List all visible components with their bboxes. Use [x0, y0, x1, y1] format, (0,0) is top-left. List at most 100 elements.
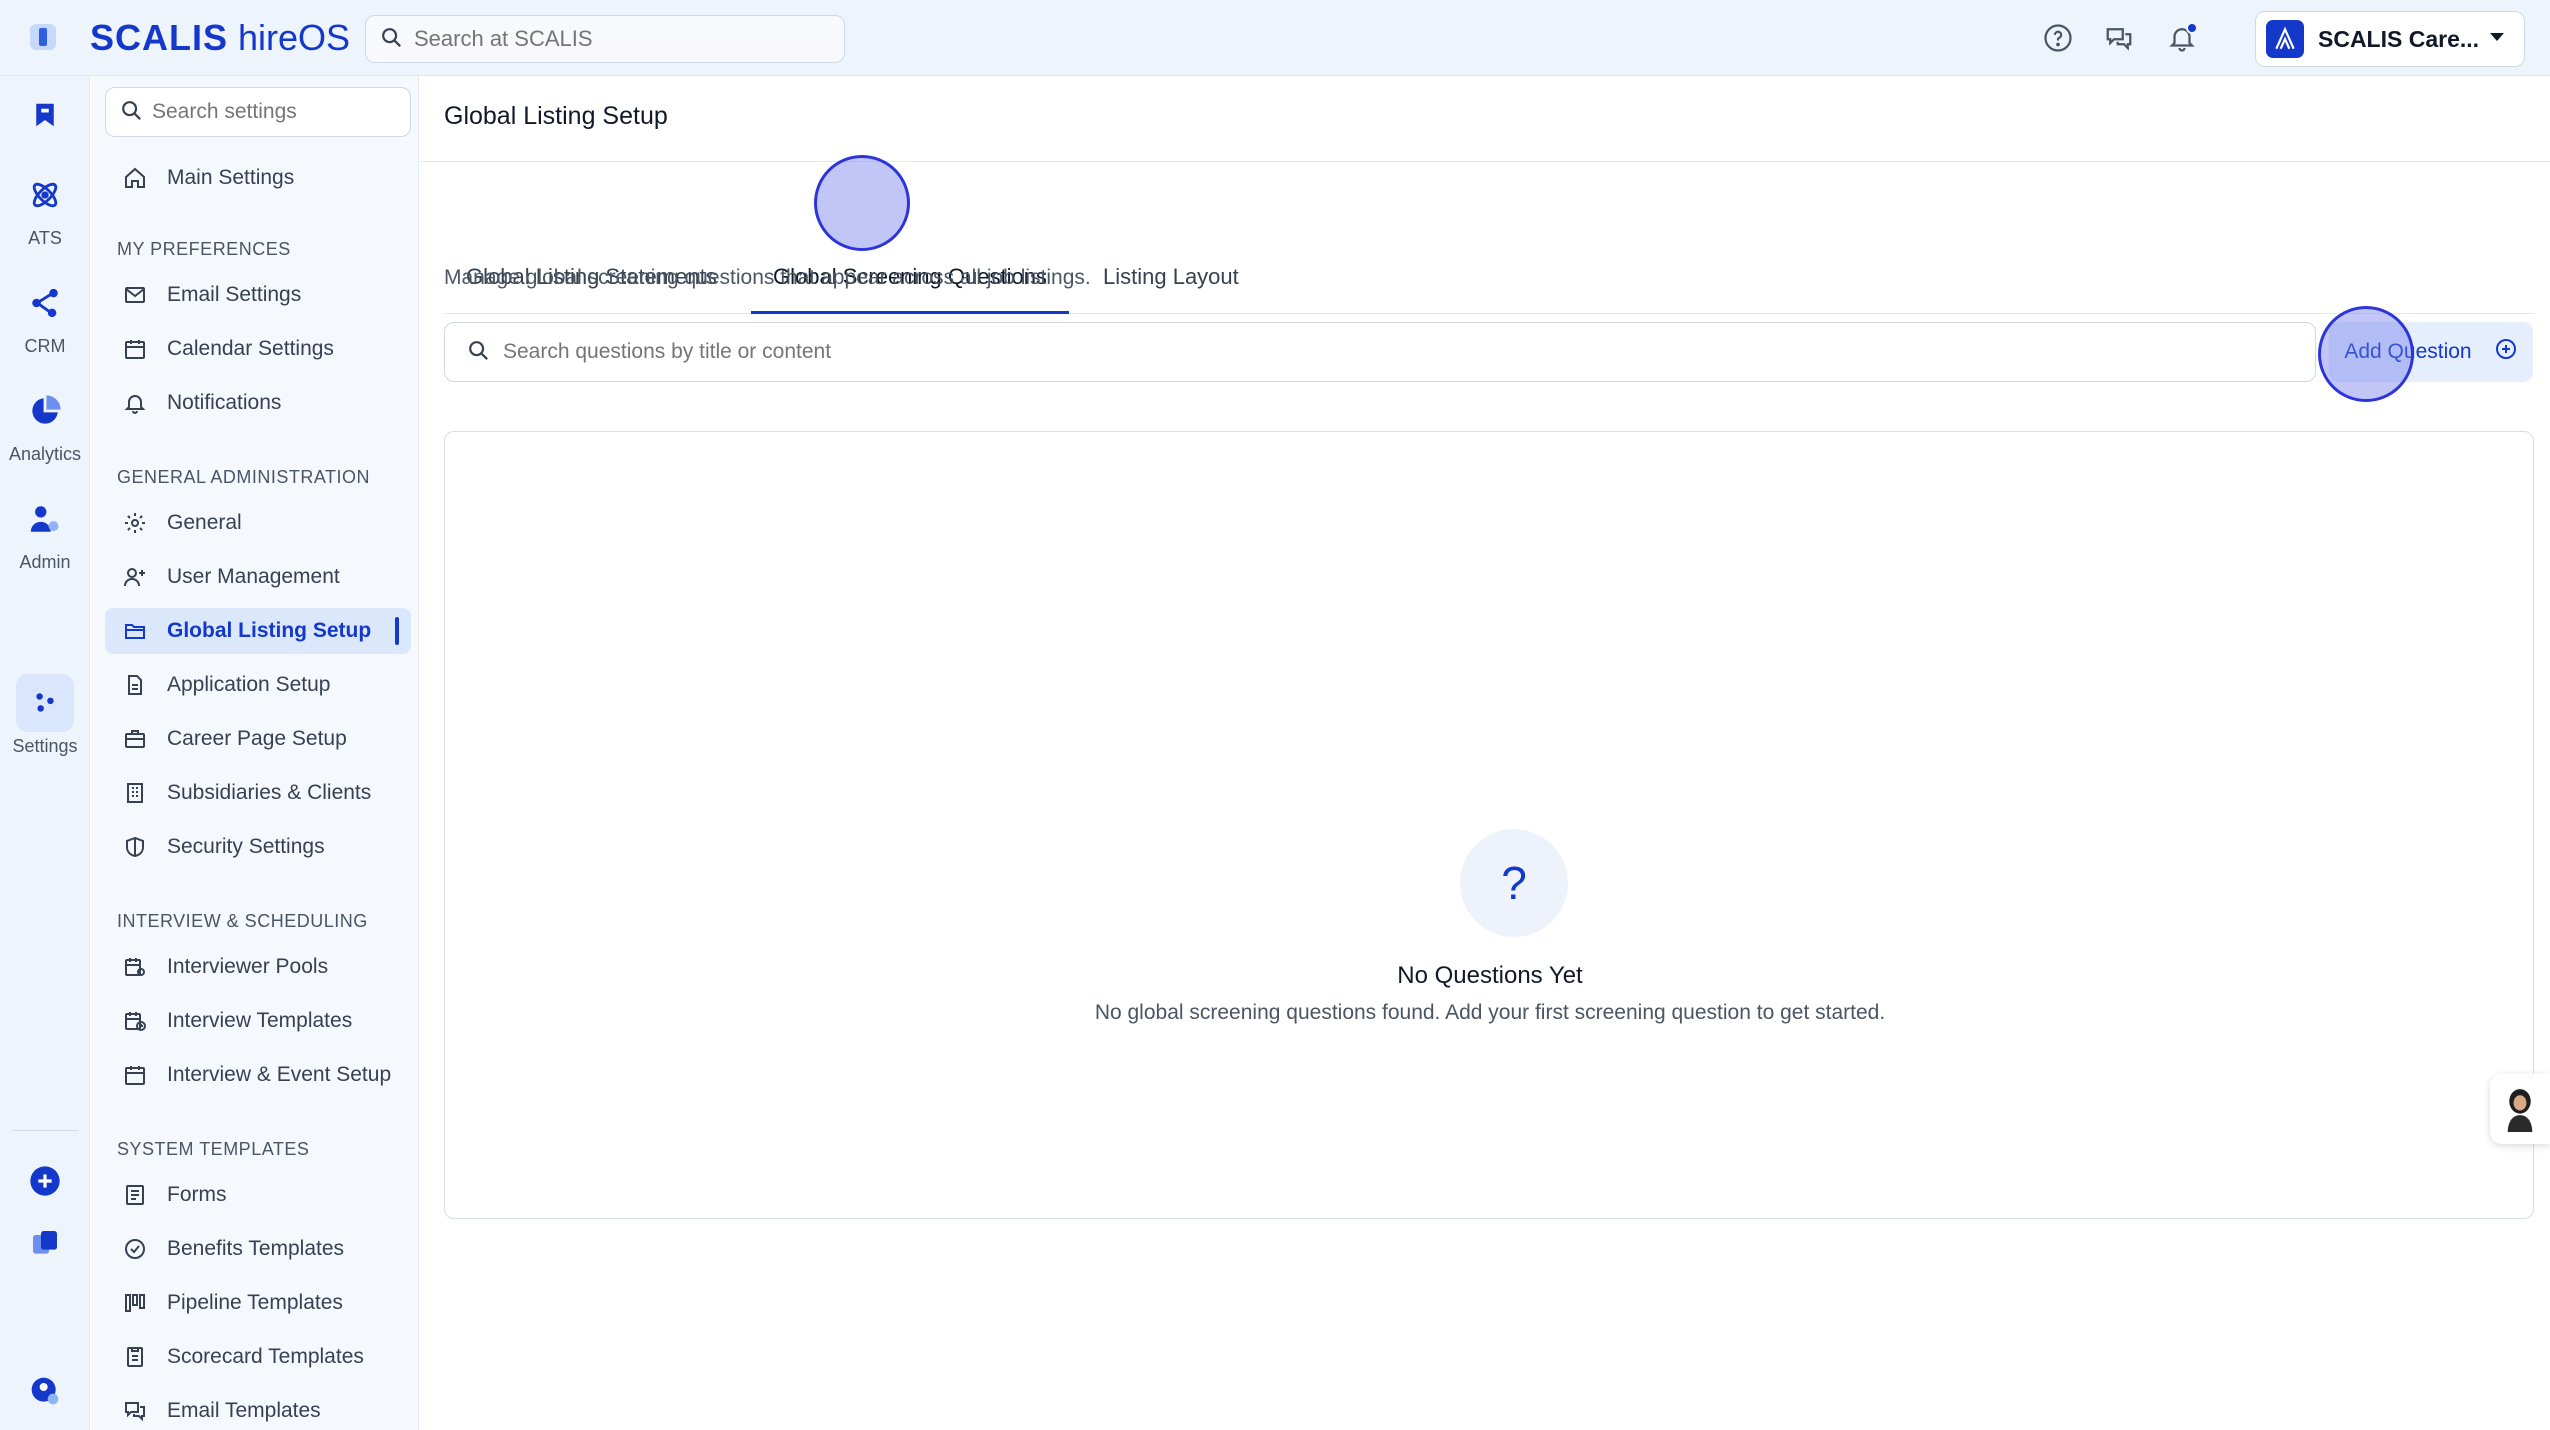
chevron-down-icon: [2488, 30, 2506, 48]
global-search-input[interactable]: [414, 26, 834, 52]
sidebar-item-label: Subsidiaries & Clients: [167, 781, 372, 804]
brand-name: SCALIS: [90, 17, 229, 58]
sidebar-item-career-page-setup[interactable]: Career Page Setup: [105, 716, 411, 762]
app-rail: ATS CRM Analytics Admin Settings: [0, 76, 90, 1430]
section-interview-scheduling: INTERVIEW & SCHEDULING: [117, 911, 368, 931]
sidebar-item-label: Email Templates: [167, 1399, 321, 1422]
settings-dots-icon: [16, 674, 74, 732]
sidebar-item-label: Global Listing Setup: [167, 619, 372, 642]
assistant-avatar-icon: [2507, 1089, 2533, 1132]
main-content: Global Listing Setup Global Listing Stat…: [420, 76, 2550, 1430]
message-icon: [121, 1397, 149, 1425]
plus-circle-icon: [16, 1152, 74, 1210]
sidebar-item-label: Interviewer Pools: [167, 955, 329, 978]
rail-label: CRM: [24, 336, 66, 356]
rail-item-settings[interactable]: Settings: [0, 674, 90, 757]
mail-icon: [121, 281, 149, 309]
sidebar-item-global-listing-setup[interactable]: Global Listing Setup: [105, 608, 411, 654]
help-icon[interactable]: [2038, 18, 2078, 58]
rail-item-ats[interactable]: ATS: [0, 166, 90, 249]
sidebar-item-label: General: [167, 511, 242, 534]
empty-state-title: No Questions Yet: [1397, 962, 1583, 989]
add-question-button[interactable]: Add Question: [2329, 322, 2533, 382]
app-switcher-icon[interactable]: [30, 24, 56, 50]
scorecard-icon: [121, 1343, 149, 1371]
atom-icon: [16, 166, 74, 224]
rail-item-crm[interactable]: CRM: [0, 274, 90, 357]
document-icon: [121, 671, 149, 699]
assistant-avatar-button[interactable]: [2490, 1074, 2550, 1144]
pipeline-icon: [121, 1289, 149, 1317]
settings-search-input[interactable]: [152, 100, 402, 124]
sidebar-item-label: Benefits Templates: [167, 1237, 345, 1260]
chat-icon[interactable]: [2099, 18, 2139, 58]
gear-icon: [121, 509, 149, 537]
rail-item-analytics[interactable]: Analytics: [0, 382, 90, 465]
rail-profile-button[interactable]: [0, 1362, 90, 1420]
building-icon: [121, 779, 149, 807]
sidebar-item-interview-event-setup[interactable]: Interview & Event Setup: [105, 1052, 411, 1098]
sidebar-item-label: User Management: [167, 565, 340, 588]
rail-library-button[interactable]: [0, 1214, 90, 1272]
questions-empty-state: ? No Questions Yet No global screening q…: [444, 431, 2534, 1219]
pie-chart-icon: [16, 382, 74, 440]
add-question-label: Add Question: [2344, 340, 2472, 363]
bookmark-icon: [16, 86, 74, 144]
sidebar-item-notifications[interactable]: Notifications: [105, 380, 411, 426]
calendar-clock-icon: [121, 1007, 149, 1035]
empty-state-subtitle: No global screening questions found. Add…: [1094, 1001, 1886, 1024]
rail-create-button[interactable]: [0, 1152, 90, 1210]
sidebar-item-general[interactable]: General: [105, 500, 411, 546]
question-search-input[interactable]: [503, 340, 2283, 364]
global-search-box[interactable]: [365, 15, 845, 63]
organization-switcher[interactable]: SCALIS Care...: [2255, 11, 2525, 67]
settings-sidebar: Main Settings MY PREFERENCES Email Setti…: [91, 76, 419, 1430]
sidebar-item-security-settings[interactable]: Security Settings: [105, 824, 411, 870]
notification-dot: [2186, 22, 2198, 34]
form-icon: [121, 1181, 149, 1209]
search-icon: [380, 26, 402, 53]
sidebar-item-interview-templates[interactable]: Interview Templates: [105, 998, 411, 1044]
sidebar-item-email-settings[interactable]: Email Settings: [105, 272, 411, 318]
sidebar-item-scorecard-templates[interactable]: Scorecard Templates: [105, 1334, 411, 1380]
user-plus-icon: [121, 563, 149, 591]
brand-product: hireOS: [238, 17, 351, 58]
rail-label: Analytics: [8, 444, 82, 464]
question-search-box[interactable]: [444, 322, 2316, 382]
tab-listing-layout[interactable]: Listing Layout: [1081, 254, 1261, 314]
sidebar-item-calendar-settings[interactable]: Calendar Settings: [105, 326, 411, 372]
sidebar-item-main-settings[interactable]: Main Settings: [105, 155, 411, 201]
sidebar-item-email-templates[interactable]: Email Templates: [105, 1388, 411, 1430]
sidebar-item-benefits-templates[interactable]: Benefits Templates: [105, 1226, 411, 1272]
calendar-user-icon: [121, 953, 149, 981]
section-general-administration: GENERAL ADMINISTRATION: [117, 467, 371, 487]
rail-label: Settings: [12, 736, 78, 756]
sidebar-item-application-setup[interactable]: Application Setup: [105, 662, 411, 708]
section-my-preferences: MY PREFERENCES: [117, 239, 291, 259]
sidebar-item-label: Application Setup: [167, 673, 331, 696]
sidebar-item-interviewer-pools[interactable]: Interviewer Pools: [105, 944, 411, 990]
rail-divider: [12, 1130, 78, 1131]
page-description: Manage global screening questions that a…: [444, 266, 1091, 289]
user-settings-icon: [16, 1362, 74, 1420]
plus-circle-icon: [2494, 337, 2518, 367]
sidebar-item-label: Notifications: [167, 391, 282, 414]
sidebar-item-label: Main Settings: [167, 166, 295, 189]
sidebar-item-pipeline-templates[interactable]: Pipeline Templates: [105, 1280, 411, 1326]
notifications-bell-icon[interactable]: [2162, 18, 2202, 58]
rail-item-bookmarks[interactable]: [0, 86, 90, 144]
top-bar: SCALIShireOS SCALIS Care...: [0, 0, 2550, 76]
home-icon: [121, 164, 149, 192]
settings-search-box[interactable]: [105, 87, 411, 137]
bell-icon: [121, 389, 149, 417]
sidebar-item-label: Interview Templates: [167, 1009, 353, 1032]
network-icon: [16, 274, 74, 332]
sidebar-item-subsidiaries-clients[interactable]: Subsidiaries & Clients: [105, 770, 411, 816]
sidebar-item-forms[interactable]: Forms: [105, 1172, 411, 1218]
section-system-templates: SYSTEM TEMPLATES: [117, 1139, 310, 1159]
sidebar-item-user-management[interactable]: User Management: [105, 554, 411, 600]
briefcase-icon: [121, 725, 149, 753]
search-icon: [120, 99, 142, 126]
brand-logo[interactable]: SCALIS hireOS: [90, 18, 350, 58]
rail-item-admin[interactable]: Admin: [0, 490, 90, 573]
